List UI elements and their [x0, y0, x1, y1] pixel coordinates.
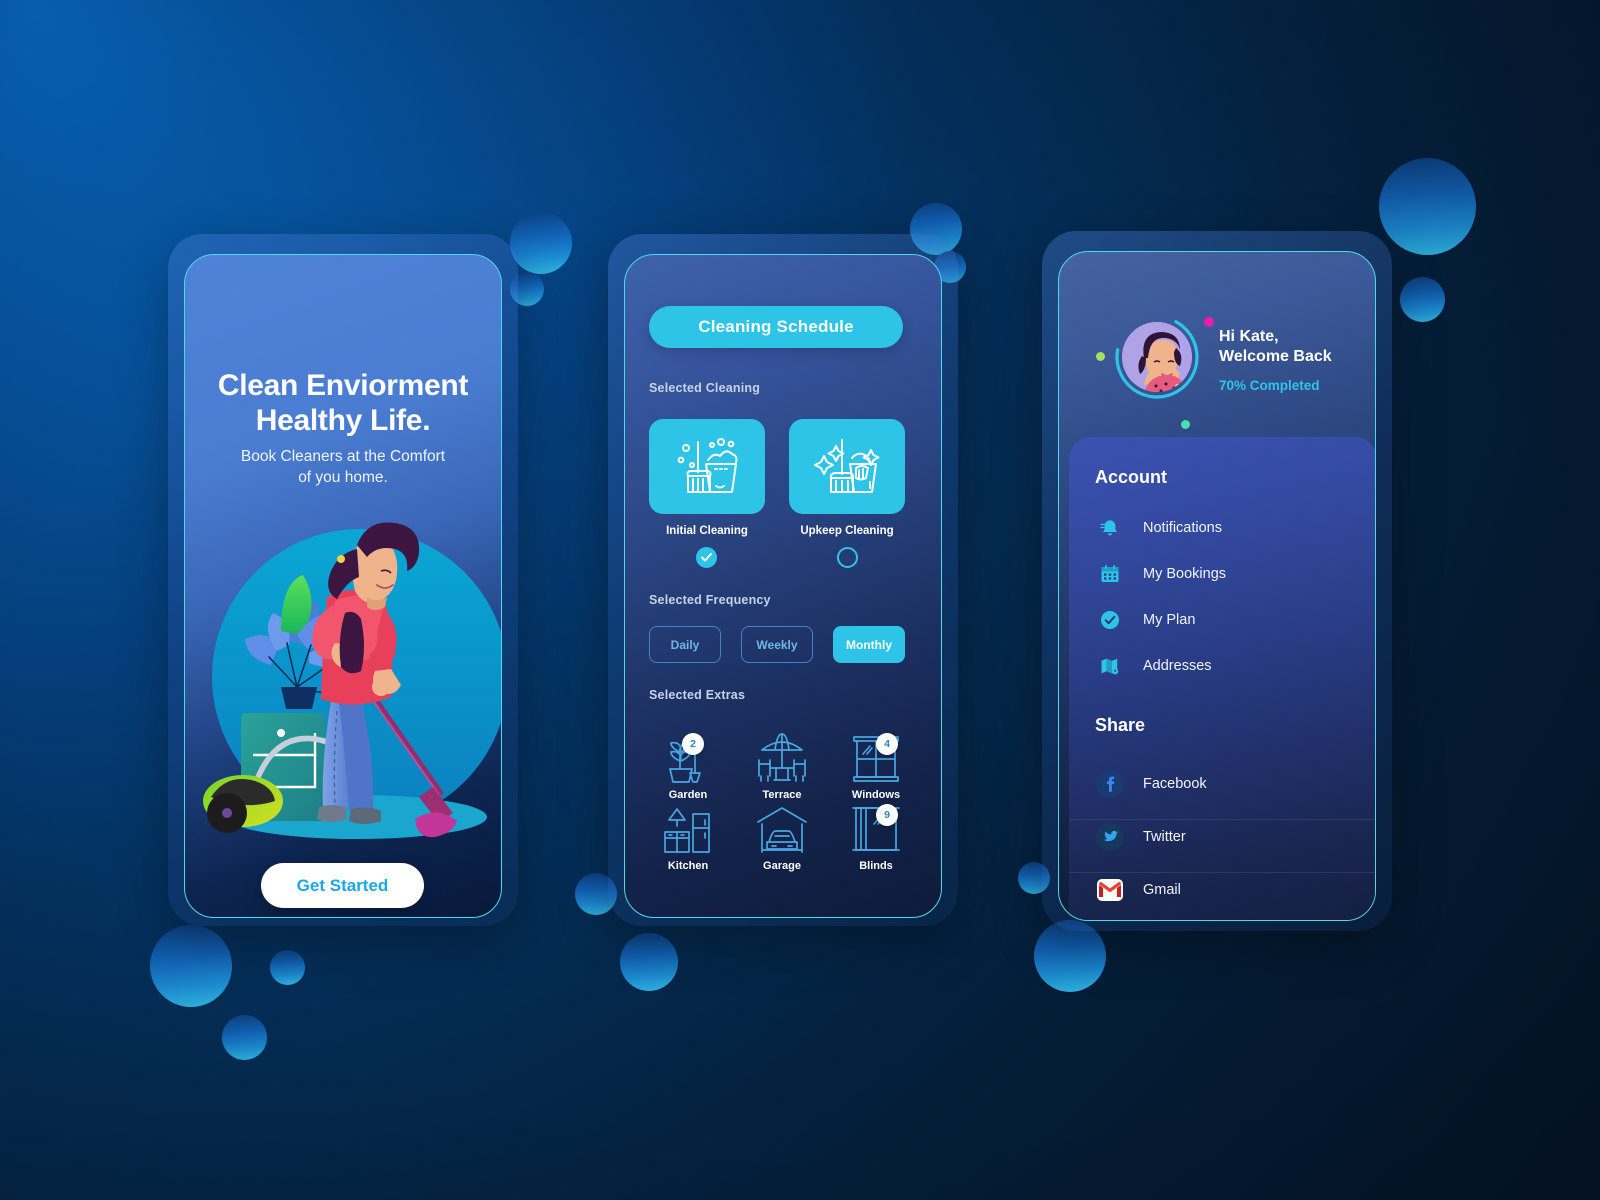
profile-greeting-line1: Hi Kate,: [1219, 328, 1279, 345]
onboarding-title-line2: Healthy Life.: [255, 403, 431, 437]
cleaning-schedule-screen: Cleaning Schedule Selected Cleaning Init…: [624, 254, 942, 918]
menu-item-addresses-label: Addresses: [1143, 658, 1212, 674]
kitchen-counter-fridge-icon: [650, 804, 726, 856]
menu-item-twitter-label: Twitter: [1143, 829, 1186, 845]
check-circle-icon: [1095, 610, 1125, 630]
decor-dot-teal: [1181, 420, 1190, 429]
frequency-option-monthly[interactable]: Monthly: [833, 626, 905, 663]
selected-extras-label: Selected Extras: [649, 688, 746, 702]
menu-item-notifications-label: Notifications: [1143, 520, 1222, 536]
menu-item-gmail[interactable]: Gmail: [1095, 873, 1345, 907]
menu-item-my-plan-label: My Plan: [1143, 612, 1196, 628]
extra-garage-label: Garage: [763, 860, 801, 872]
check-icon: [701, 553, 712, 562]
woman-vacuuming-illustration: [185, 501, 501, 861]
onboarding-subtitle: Book Cleaners at the Comfort of you home…: [185, 447, 501, 489]
onboarding-title-line1: Clean Enviorment: [217, 369, 469, 402]
extra-garden-label: Garden: [668, 789, 708, 801]
selected-cleaning-label: Selected Cleaning: [649, 381, 761, 395]
cleaning-option-upkeep-label: Upkeep Cleaning: [800, 525, 894, 537]
profile-greeting-line2: Welcome Back: [1219, 348, 1332, 365]
cleaning-schedule-header[interactable]: Cleaning Schedule: [649, 306, 903, 348]
decor-dot-green: [1096, 352, 1105, 361]
frequency-option-weekly[interactable]: Weekly: [741, 626, 813, 663]
extra-kitchen-label: Kitchen: [667, 860, 709, 872]
cleaning-option-upkeep[interactable]: [789, 419, 905, 514]
extra-terrace-label: Terrace: [762, 789, 802, 801]
extra-windows-label: Windows: [851, 789, 901, 801]
broom-bucket-bubbles-icon: [677, 437, 738, 493]
decor-dot-pink: [1204, 317, 1214, 327]
extra-garden-badge: 2: [682, 733, 704, 755]
profile-greeting: Hi Kate, Welcome Back: [1219, 327, 1332, 367]
menu-item-my-bookings[interactable]: My Bookings: [1095, 559, 1345, 589]
extra-garage[interactable]: Garage: [744, 804, 820, 872]
map-icon: [1095, 656, 1125, 676]
onboarding-screen: Clean Enviorment Healthy Life. Book Clea…: [184, 254, 502, 918]
menu-item-notifications[interactable]: Notifications: [1095, 513, 1345, 543]
extra-kitchen[interactable]: Kitchen: [650, 804, 726, 872]
extra-blinds-label: Blinds: [859, 860, 893, 872]
account-heading: Account: [1095, 467, 1167, 487]
gmail-icon: [1095, 879, 1125, 901]
patio-umbrella-table-icon: [744, 733, 820, 785]
menu-item-facebook-label: Facebook: [1143, 776, 1207, 792]
frequency-option-daily[interactable]: Daily: [649, 626, 721, 663]
menu-item-facebook[interactable]: Facebook: [1095, 767, 1345, 801]
account-menu-panel: Account Notifications My Bookings My Pla…: [1069, 437, 1375, 920]
share-heading: Share: [1095, 715, 1146, 735]
cleaning-option-initial[interactable]: [649, 419, 765, 514]
menu-item-my-bookings-label: My Bookings: [1143, 566, 1227, 582]
menu-item-my-plan[interactable]: My Plan: [1095, 605, 1345, 635]
cleaning-option-initial-radio[interactable]: [696, 547, 717, 568]
garage-car-icon: [744, 804, 820, 856]
extra-blinds-badge: 9: [876, 804, 898, 826]
get-started-button[interactable]: Get Started: [261, 863, 424, 908]
profile-progress-text: 70% Completed: [1219, 378, 1320, 393]
bell-icon: [1095, 518, 1125, 538]
onboarding-subtitle-line1: Book Cleaners at the Comfort: [240, 448, 446, 465]
cleaning-option-upkeep-radio[interactable]: [837, 547, 858, 568]
menu-item-addresses[interactable]: Addresses: [1095, 651, 1345, 681]
extra-terrace[interactable]: Terrace: [744, 733, 820, 801]
avatar: [1122, 322, 1192, 392]
account-screen: Hi Kate, Welcome Back 70% Completed Acco…: [1058, 251, 1376, 921]
onboarding-subtitle-line2: of you home.: [298, 468, 388, 486]
broom-bucket-sparkle-icon: [814, 438, 880, 493]
menu-item-gmail-label: Gmail: [1143, 882, 1181, 898]
cleaning-option-initial-label: Initial Cleaning: [666, 525, 748, 537]
onboarding-title: Clean Enviorment Healthy Life.: [185, 369, 501, 438]
extra-windows-badge: 4: [876, 733, 898, 755]
menu-item-twitter[interactable]: Twitter: [1095, 820, 1345, 854]
calendar-icon: [1095, 564, 1125, 584]
twitter-icon: [1095, 823, 1125, 851]
selected-frequency-label: Selected Frequency: [649, 593, 771, 607]
facebook-icon: [1095, 770, 1125, 798]
profile-avatar-ring: [1114, 314, 1200, 400]
